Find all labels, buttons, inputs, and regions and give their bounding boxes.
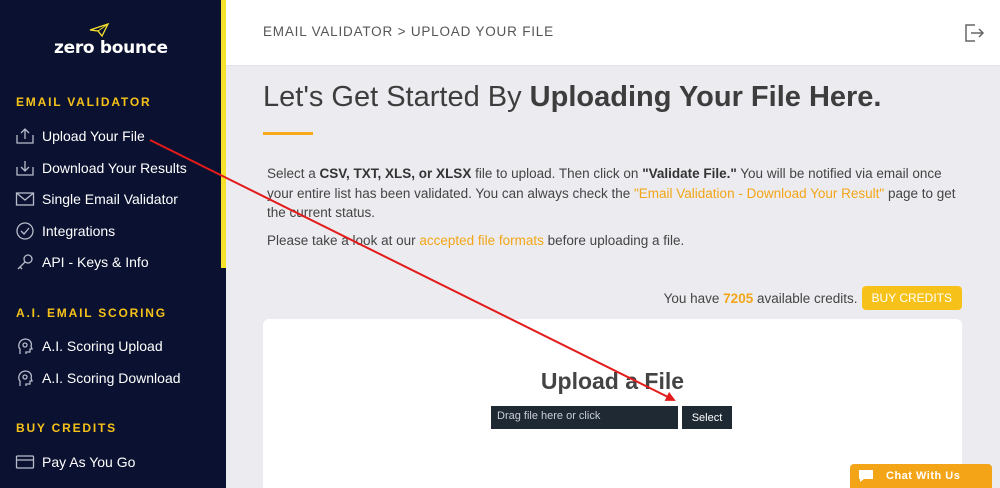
sidebar-item-ai-scoring-upload[interactable]: A.I. Scoring Upload: [14, 334, 163, 358]
section-ai-email-scoring: A.I. EMAIL SCORING: [16, 306, 167, 320]
download-results-link[interactable]: "Email Validation - Download Your Result…: [634, 186, 884, 201]
logout-icon[interactable]: [962, 21, 986, 45]
section-buy-credits: BUY CREDITS: [16, 421, 117, 435]
sidebar-item-label: Single Email Validator: [42, 191, 178, 207]
sidebar-item-download-your-results[interactable]: Download Your Results: [14, 156, 187, 180]
instructions-text: Select a CSV, TXT, XLS, or XLSX file to …: [267, 166, 956, 220]
sidebar-item-label: API - Keys & Info: [42, 254, 149, 270]
paper-plane-icon: [89, 22, 110, 38]
wallet-icon: [14, 452, 36, 472]
download-icon: [14, 158, 36, 178]
ai-head-icon: [14, 368, 36, 388]
title-underline: [263, 132, 313, 135]
sidebar-item-upload-your-file[interactable]: Upload Your File: [14, 124, 145, 148]
top-bar: EMAIL VALIDATOR > UPLOAD YOUR FILE: [226, 0, 1000, 66]
sidebar-item-pay-as-you-go[interactable]: Pay As You Go: [14, 450, 135, 474]
section-email-validator: EMAIL VALIDATOR: [16, 95, 152, 109]
sidebar-item-ai-scoring-download[interactable]: A.I. Scoring Download: [14, 366, 181, 390]
main-content: Let's Get Started By Uploading Your File…: [226, 66, 1000, 488]
logo[interactable]: zero bounce: [54, 22, 174, 62]
page-title: Let's Get Started By Uploading Your File…: [263, 81, 882, 113]
select-button[interactable]: Select: [682, 406, 732, 429]
chat-widget[interactable]: Chat With Us: [850, 464, 992, 488]
sidebar-item-api-keys[interactable]: API - Keys & Info: [14, 250, 149, 274]
sidebar-item-label: Upload Your File: [42, 128, 145, 144]
chat-label: Chat With Us: [886, 470, 961, 482]
sidebar-item-integrations[interactable]: Integrations: [14, 219, 115, 243]
sidebar: zero bounce EMAIL VALIDATOR Upload Your …: [0, 0, 226, 488]
mail-icon: [14, 189, 36, 209]
formats-note: Please take a look at our accepted file …: [267, 233, 685, 248]
sidebar-item-single-email-validator[interactable]: Single Email Validator: [14, 187, 178, 211]
breadcrumb: EMAIL VALIDATOR > UPLOAD YOUR FILE: [263, 24, 554, 39]
accepted-formats-link[interactable]: accepted file formats: [419, 233, 544, 248]
sidebar-item-label: Integrations: [42, 223, 116, 239]
credits-count: 7205: [723, 290, 754, 306]
sidebar-item-label: Download Your Results: [42, 160, 187, 176]
upload-card: Upload a File Drag file here or click Se…: [263, 319, 962, 488]
credits-text: You have 7205 available credits.: [663, 290, 858, 306]
file-drop-input[interactable]: Drag file here or click: [491, 406, 678, 429]
check-circle-icon: [14, 221, 36, 241]
sidebar-item-label: A.I. Scoring Upload: [42, 338, 163, 354]
sidebar-item-label: A.I. Scoring Download: [42, 370, 181, 386]
credits-row: You have 7205 available credits. BUY CRE…: [664, 286, 962, 310]
upload-title: Upload a File: [540, 368, 685, 394]
upload-icon: [14, 126, 36, 146]
sidebar-item-label: Pay As You Go: [42, 454, 136, 470]
ai-head-icon: [14, 336, 36, 356]
key-icon: [14, 252, 36, 272]
logo-text: zero bounce: [54, 38, 168, 58]
buy-credits-button[interactable]: BUY CREDITS: [861, 286, 962, 310]
chat-bubble-icon: [859, 470, 873, 482]
